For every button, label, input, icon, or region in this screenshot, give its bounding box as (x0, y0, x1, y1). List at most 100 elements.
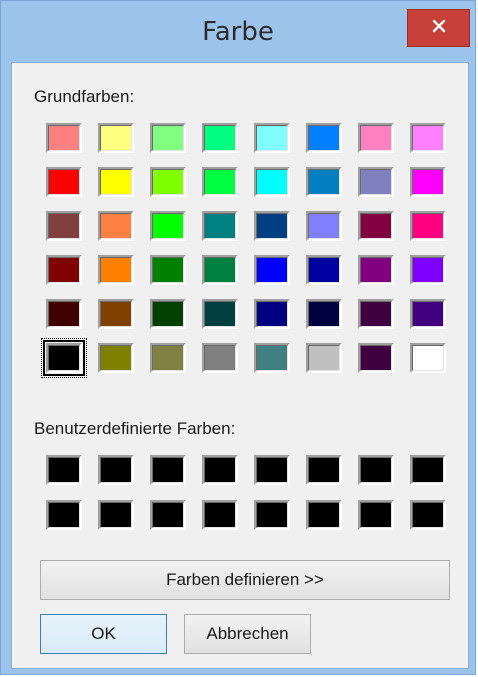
basic-color-swatch[interactable] (202, 167, 238, 197)
basic-color-swatch-fill (360, 345, 392, 371)
custom-color-swatch[interactable] (254, 500, 290, 530)
basic-color-swatch[interactable] (202, 255, 238, 285)
custom-color-swatch[interactable] (410, 500, 446, 530)
basic-color-swatch-fill (360, 213, 392, 239)
basic-color-swatch-fill (48, 125, 80, 151)
basic-color-swatch[interactable] (46, 123, 82, 153)
basic-color-swatch[interactable] (202, 123, 238, 153)
basic-color-swatch[interactable] (306, 255, 342, 285)
close-button[interactable] (407, 9, 470, 47)
basic-color-swatch-fill (360, 301, 392, 327)
custom-color-swatch-fill (256, 457, 288, 483)
basic-color-swatch-fill (412, 213, 444, 239)
custom-color-swatch-fill (308, 457, 340, 483)
basic-color-swatch[interactable] (254, 211, 290, 241)
basic-color-swatch[interactable] (98, 343, 134, 373)
basic-color-swatch-fill (48, 301, 80, 327)
define-colors-button[interactable]: Farben definieren >> (40, 560, 450, 600)
basic-color-swatch[interactable] (358, 211, 394, 241)
basic-color-swatch[interactable] (410, 211, 446, 241)
basic-color-swatch-fill (152, 169, 184, 195)
basic-color-swatch[interactable] (46, 211, 82, 241)
basic-color-swatch[interactable] (202, 299, 238, 329)
basic-color-swatch[interactable] (358, 255, 394, 285)
basic-color-swatch-fill (412, 125, 444, 151)
basic-color-swatch[interactable] (410, 299, 446, 329)
basic-color-swatch[interactable] (410, 255, 446, 285)
basic-color-swatch[interactable] (306, 211, 342, 241)
basic-color-swatch[interactable] (150, 299, 186, 329)
basic-color-swatch[interactable] (150, 211, 186, 241)
custom-color-swatch-fill (48, 457, 80, 483)
custom-color-swatch-fill (256, 502, 288, 528)
custom-color-swatch[interactable] (150, 455, 186, 485)
basic-color-swatch-fill (152, 125, 184, 151)
basic-color-swatch[interactable] (306, 343, 342, 373)
basic-color-swatch-fill (412, 345, 444, 371)
basic-color-swatch-fill (100, 125, 132, 151)
basic-color-swatch[interactable] (358, 167, 394, 197)
basic-color-swatch[interactable] (358, 123, 394, 153)
ok-button[interactable]: OK (40, 614, 167, 654)
cancel-button[interactable]: Abbrechen (184, 614, 311, 654)
basic-color-swatch-fill (48, 257, 80, 283)
basic-color-swatch[interactable] (98, 299, 134, 329)
basic-color-swatch[interactable] (306, 299, 342, 329)
custom-colors-label: Benutzerdefinierte Farben: (34, 419, 236, 438)
basic-color-swatch[interactable] (410, 123, 446, 153)
title-bar[interactable]: Farbe (1, 1, 475, 61)
basic-color-swatch-fill (48, 213, 80, 239)
basic-color-swatch[interactable] (410, 167, 446, 197)
basic-color-swatch[interactable] (98, 167, 134, 197)
basic-color-swatch[interactable] (98, 123, 134, 153)
basic-color-swatch[interactable] (98, 255, 134, 285)
basic-color-swatch[interactable] (254, 343, 290, 373)
custom-color-swatch-fill (360, 502, 392, 528)
custom-color-swatch[interactable] (358, 500, 394, 530)
custom-color-swatch[interactable] (46, 455, 82, 485)
basic-color-swatch[interactable] (202, 211, 238, 241)
custom-color-swatch-fill (100, 457, 132, 483)
custom-color-swatch[interactable] (46, 500, 82, 530)
basic-color-swatch-fill (256, 345, 288, 371)
basic-color-swatch[interactable] (150, 123, 186, 153)
basic-color-swatch[interactable] (150, 343, 186, 373)
basic-color-swatch[interactable] (46, 255, 82, 285)
basic-color-swatch-fill (48, 169, 80, 195)
basic-color-swatch-fill (152, 301, 184, 327)
custom-color-swatch[interactable] (254, 455, 290, 485)
custom-color-swatch[interactable] (202, 500, 238, 530)
custom-color-swatch[interactable] (98, 500, 134, 530)
basic-color-swatch[interactable] (306, 123, 342, 153)
basic-color-swatch[interactable] (410, 343, 446, 373)
close-icon (431, 18, 447, 39)
basic-color-swatch[interactable] (306, 167, 342, 197)
custom-color-swatch[interactable] (410, 455, 446, 485)
custom-color-swatch[interactable] (306, 500, 342, 530)
custom-color-swatch[interactable] (98, 455, 134, 485)
basic-color-swatch[interactable] (46, 299, 82, 329)
basic-color-swatch[interactable] (254, 167, 290, 197)
basic-color-swatch-fill (204, 301, 236, 327)
basic-color-swatch[interactable] (150, 255, 186, 285)
dialog-window: Farbe Grundfarben: Benutzerdefinierte Fa… (0, 0, 476, 675)
basic-color-swatch-fill (204, 345, 236, 371)
basic-color-swatch[interactable] (150, 167, 186, 197)
basic-color-swatch[interactable] (98, 211, 134, 241)
basic-color-swatch-fill (308, 257, 340, 283)
basic-color-swatch-fill (360, 169, 392, 195)
basic-color-swatch-fill (204, 125, 236, 151)
custom-color-swatch[interactable] (202, 455, 238, 485)
basic-color-swatch[interactable] (358, 343, 394, 373)
basic-color-swatch[interactable] (254, 123, 290, 153)
basic-color-swatch[interactable] (41, 338, 87, 378)
basic-color-swatch[interactable] (202, 343, 238, 373)
custom-color-swatch[interactable] (150, 500, 186, 530)
basic-color-swatch[interactable] (358, 299, 394, 329)
basic-color-swatch[interactable] (254, 299, 290, 329)
basic-color-swatch[interactable] (254, 255, 290, 285)
custom-color-swatch[interactable] (306, 455, 342, 485)
basic-color-swatch[interactable] (46, 167, 82, 197)
custom-color-swatch[interactable] (358, 455, 394, 485)
basic-color-swatch-fill (308, 125, 340, 151)
